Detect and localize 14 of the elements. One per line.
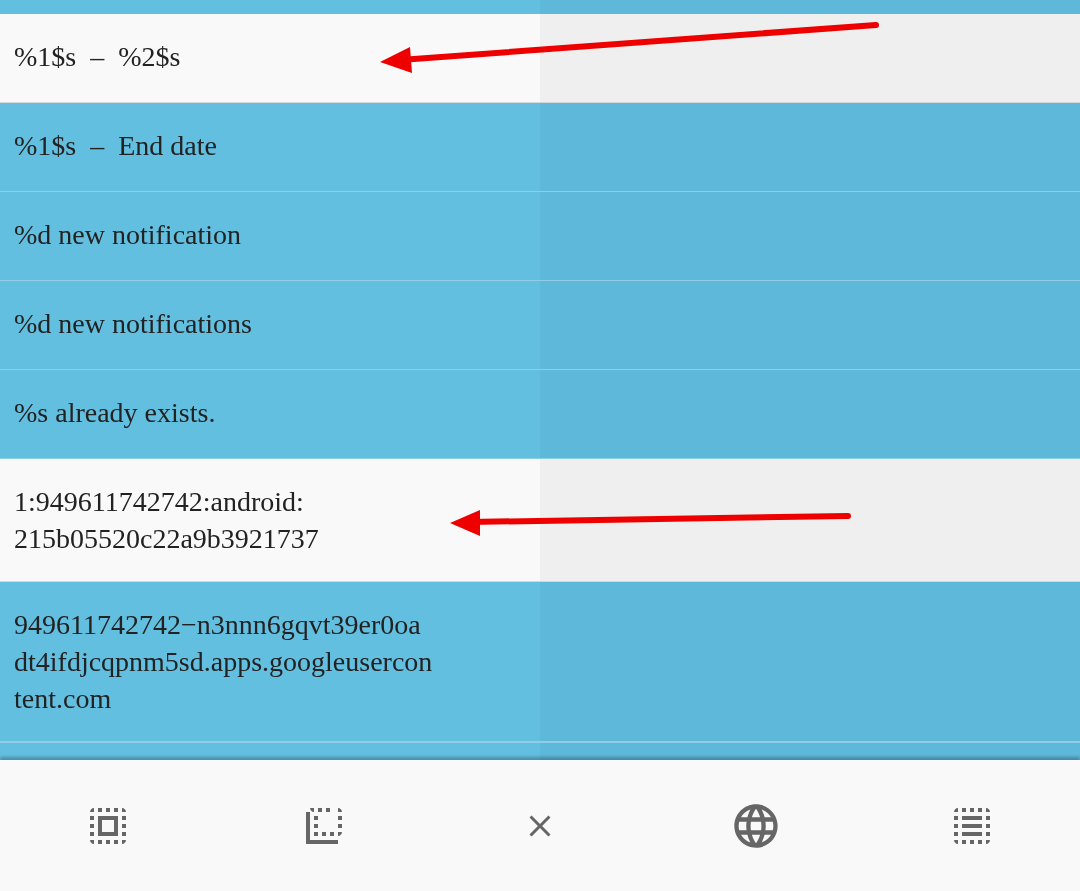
table-cell: %1$s – End date (0, 103, 540, 191)
table-cell: 1:949611742742:android: 215b05520c22a9b3921737 (0, 459, 540, 581)
table-row[interactable]: %d new notification (0, 192, 1080, 281)
table-row[interactable]: %1$s – End date (0, 103, 1080, 192)
table-row[interactable]: %1$s – %2$s (0, 14, 1080, 103)
table-cell: 949611742742−n3nnn6gqvt39er0oa dt4ifdjcqpnm5sd.apps.googleusercon tent.com (0, 582, 540, 741)
table-row[interactable]: 1:949611742742:android: 215b05520c22a9b3921737 (0, 459, 1080, 582)
table-cell: %1$s – %2$s (0, 14, 540, 102)
table-cell: %d new notifications (0, 281, 540, 369)
table-row[interactable]: %s already exists. (0, 370, 1080, 459)
table-cell: %d new notification (0, 192, 540, 280)
table-row[interactable]: %d new notifications (0, 281, 1080, 370)
table-cell: %s already exists. (0, 370, 540, 458)
table-row[interactable]: 949611742742−n3nnn6gqvt39er0oa dt4ifdjcqpnm5sd.apps.googleusercon tent.com (0, 582, 1080, 742)
